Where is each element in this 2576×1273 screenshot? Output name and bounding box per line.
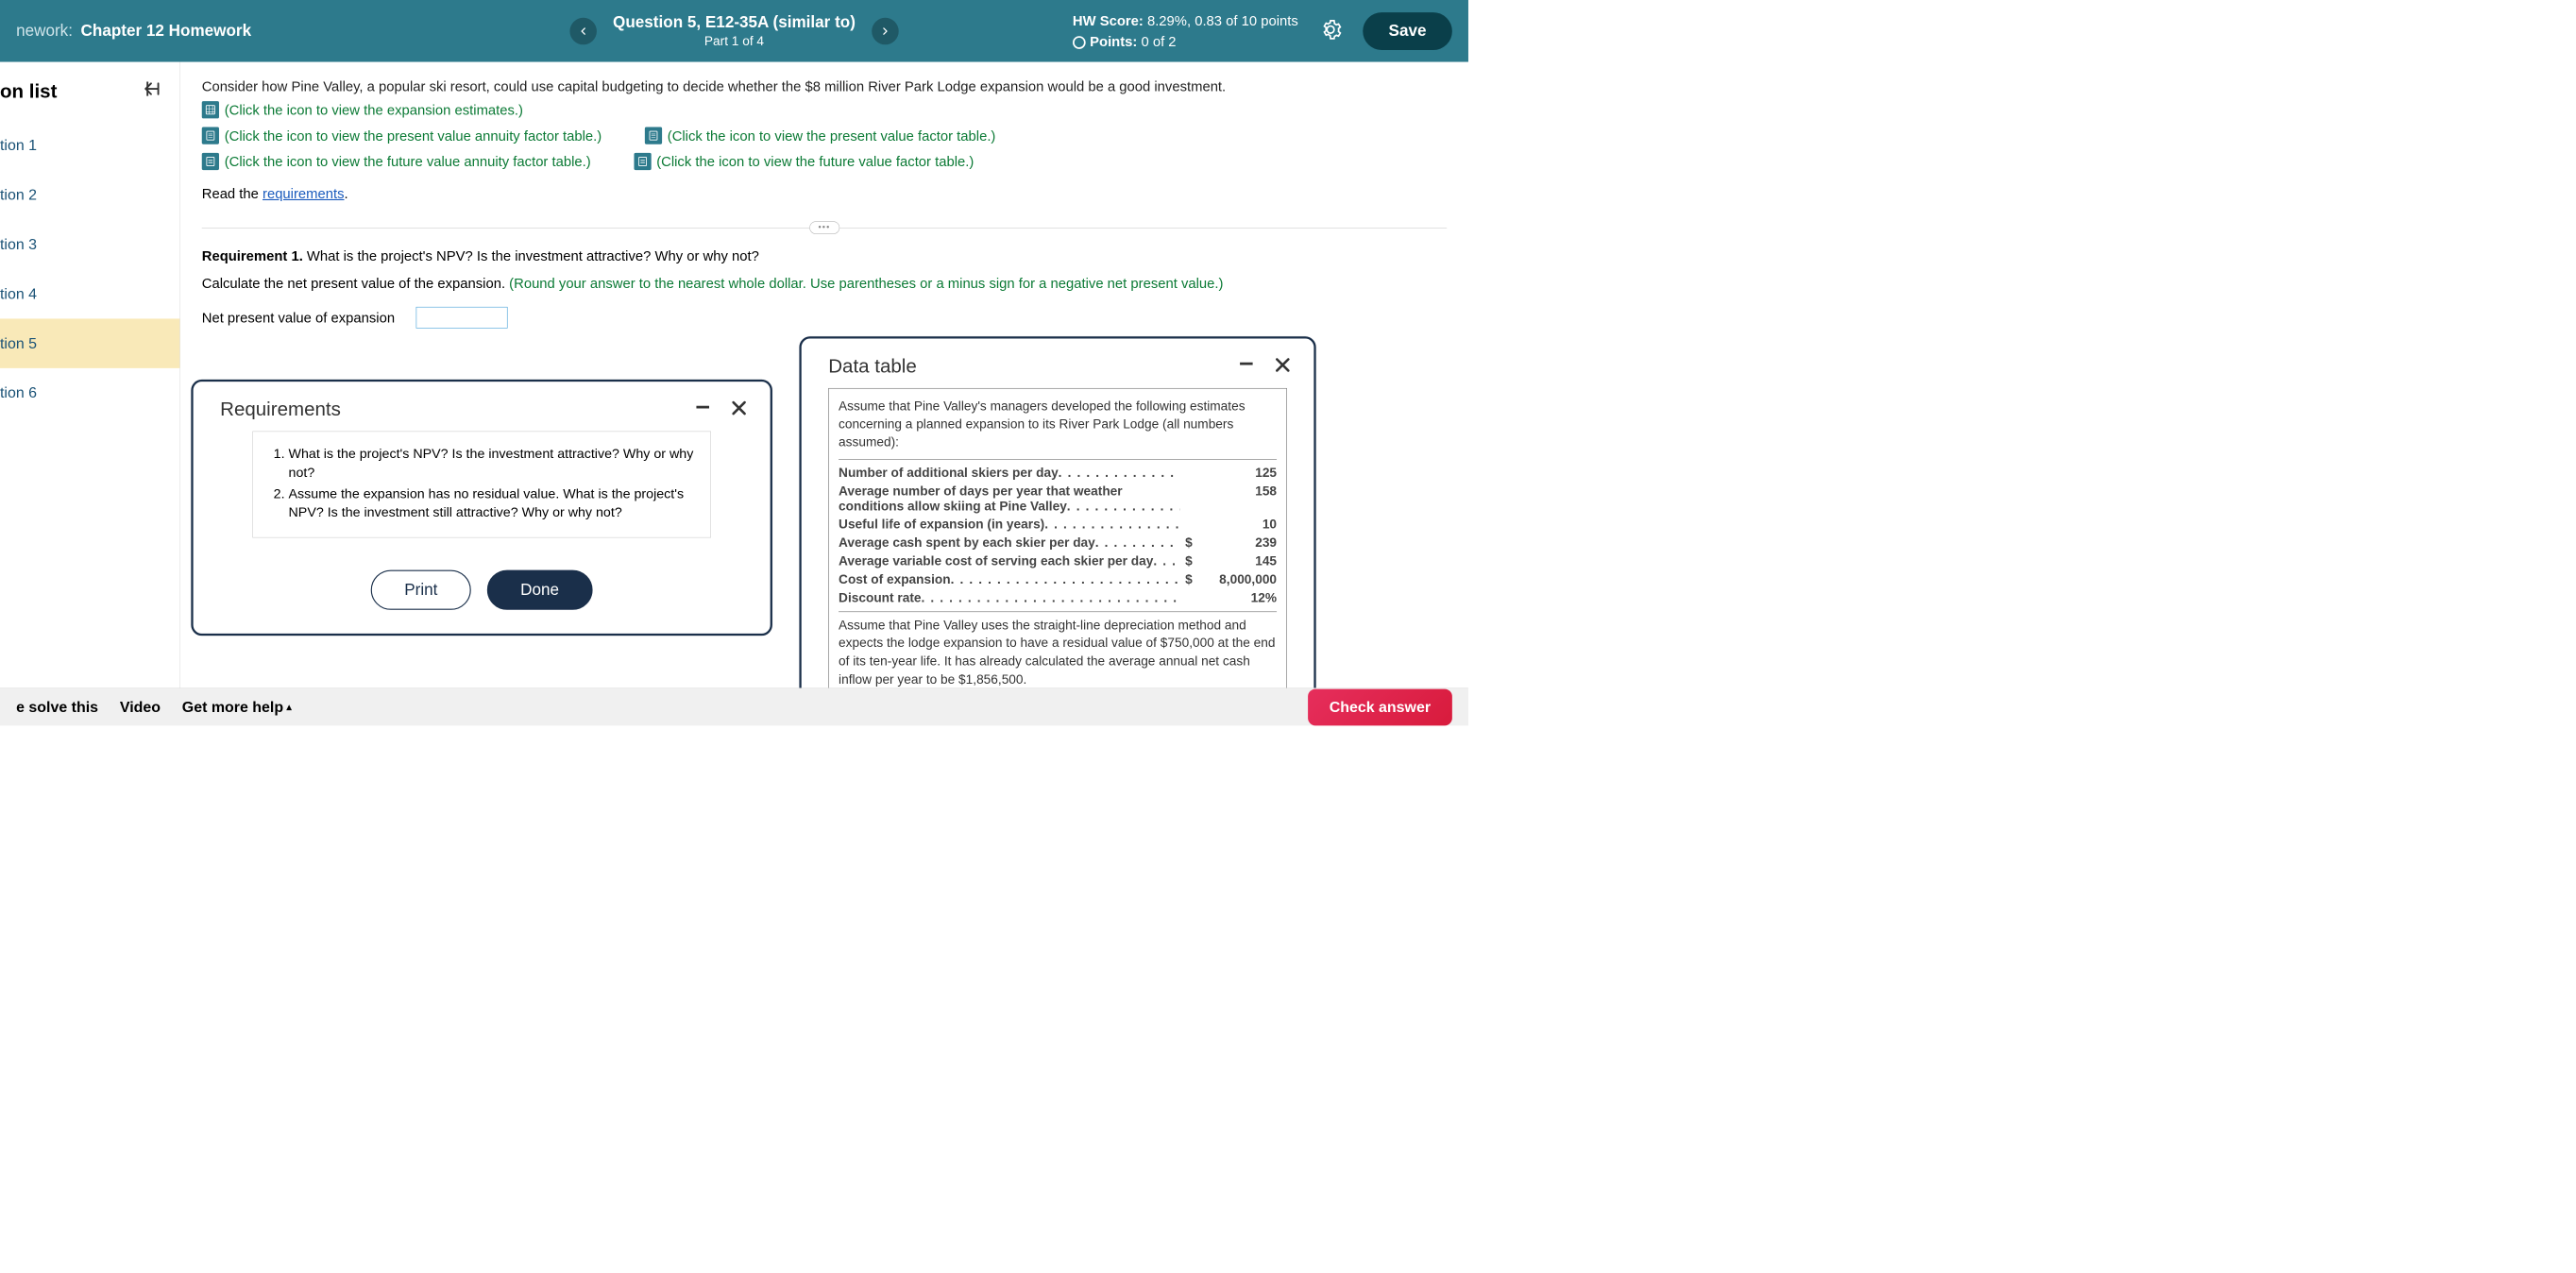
header-center: Question 5, E12-35A (similar to) Part 1 … [569,13,898,49]
header-right: HW Score: 8.29%, 0.83 of 10 points Point… [1073,10,1452,52]
sidebar-item-question-1[interactable]: tion 1 [0,121,179,170]
close-button[interactable] [729,399,749,420]
sidebar-header: on list [0,73,179,121]
close-button[interactable] [1273,355,1293,377]
data-row: Number of additional skiers per day 125 [839,464,1277,482]
data-row: Useful life of expansion (in years) 10 [839,516,1277,534]
question-title-block: Question 5, E12-35A (similar to) Part 1 … [613,13,856,49]
header-title: Chapter 12 Homework [81,22,252,40]
data-body: Assume that Pine Valley's managers devel… [828,388,1287,687]
question-sidebar: on list tion 1tion 2tion 3tion 4tion 5ti… [0,62,180,688]
document-icon [202,153,219,170]
caret-up-icon: ▴ [287,702,292,713]
save-button[interactable]: Save [1363,12,1452,50]
next-question-button[interactable] [872,18,899,44]
table-icon [202,101,219,118]
question-title: Question 5, E12-35A (similar to) [613,13,856,31]
sidebar-item-question-4[interactable]: tion 4 [0,269,179,318]
header-prefix: nework: [16,22,73,40]
video-button[interactable]: Video [120,699,161,716]
solve-this-button[interactable]: e solve this [16,699,98,716]
requirements-popup-title: Requirements [220,398,695,420]
sidebar-item-question-6[interactable]: tion 6 [0,368,179,417]
calc-instruction: Calculate the net present value of the e… [202,275,1447,292]
bottom-bar: e solve this Video Get more help▴ Check … [0,687,1468,725]
question-part: Part 1 of 4 [613,34,856,49]
npv-label: Net present value of expansion [202,309,395,326]
link-pva-table[interactable]: (Click the icon to view the present valu… [202,127,602,144]
data-popup-title: Data table [828,355,1239,378]
data-table-popup: Data table – Assume that Pine Valley's m… [799,336,1315,687]
expand-section-button[interactable]: ••• [809,221,839,234]
document-icon [645,127,662,144]
document-icon [202,127,219,144]
document-icon [634,153,651,170]
data-row: Discount rate 12% [839,588,1277,606]
problem-intro: Consider how Pine Valley, a popular ski … [202,78,1447,95]
points-circle-icon [1073,36,1086,49]
data-row: Average variable cost of serving each sk… [839,552,1277,570]
settings-button[interactable] [1320,19,1342,43]
score-block: HW Score: 8.29%, 0.83 of 10 points Point… [1073,10,1298,52]
requirements-popup: Requirements – What is the project's NPV… [191,380,772,636]
requirement-item: Assume the expansion has no residual val… [289,484,695,522]
link-fva-table[interactable]: (Click the icon to view the future value… [202,153,591,170]
data-row: Average number of days per year that wea… [839,483,1277,516]
main: on list tion 1tion 2tion 3tion 4tion 5ti… [0,62,1468,688]
requirements-body: What is the project's NPV? Is the invest… [252,432,711,538]
read-requirements: Read the requirements. [202,185,1447,202]
requirement-heading: Requirement 1. What is the project's NPV… [202,247,1447,264]
check-answer-button[interactable]: Check answer [1308,688,1452,725]
content-area: Consider how Pine Valley, a popular ski … [180,62,1468,688]
sidebar-item-question-5[interactable]: tion 5 [0,318,179,367]
data-row: Average cash spent by each skier per day… [839,534,1277,552]
points-value: 0 of 2 [1141,33,1176,49]
link-estimates[interactable]: (Click the icon to view the expansion es… [202,101,1447,118]
collapse-sidebar-button[interactable] [142,78,163,105]
print-button[interactable]: Print [371,570,471,610]
sidebar-item-question-3[interactable]: tion 3 [0,220,179,269]
data-intro: Assume that Pine Valley's managers devel… [839,398,1277,451]
requirements-link[interactable]: requirements [263,185,344,201]
hw-score-value: 8.29%, 0.83 of 10 points [1147,12,1298,28]
link-fv-table[interactable]: (Click the icon to view the future value… [634,153,974,170]
prev-question-button[interactable] [569,18,597,44]
get-more-help-button[interactable]: Get more help▴ [182,699,292,716]
header-left: nework: Chapter 12 Homework [16,22,251,40]
done-button[interactable]: Done [487,570,593,610]
data-row: Cost of expansion $8,000,000 [839,570,1277,588]
top-header: nework: Chapter 12 Homework Question 5, … [0,0,1468,62]
sidebar-item-question-2[interactable]: tion 2 [0,170,179,219]
sidebar-title: on list [0,80,57,103]
data-footer: Assume that Pine Valley uses the straigh… [839,617,1277,688]
npv-row: Net present value of expansion [202,307,1447,329]
npv-input[interactable] [416,307,508,329]
requirement-item: What is the project's NPV? Is the invest… [289,445,695,483]
link-pv-table[interactable]: (Click the icon to view the present valu… [645,127,996,144]
